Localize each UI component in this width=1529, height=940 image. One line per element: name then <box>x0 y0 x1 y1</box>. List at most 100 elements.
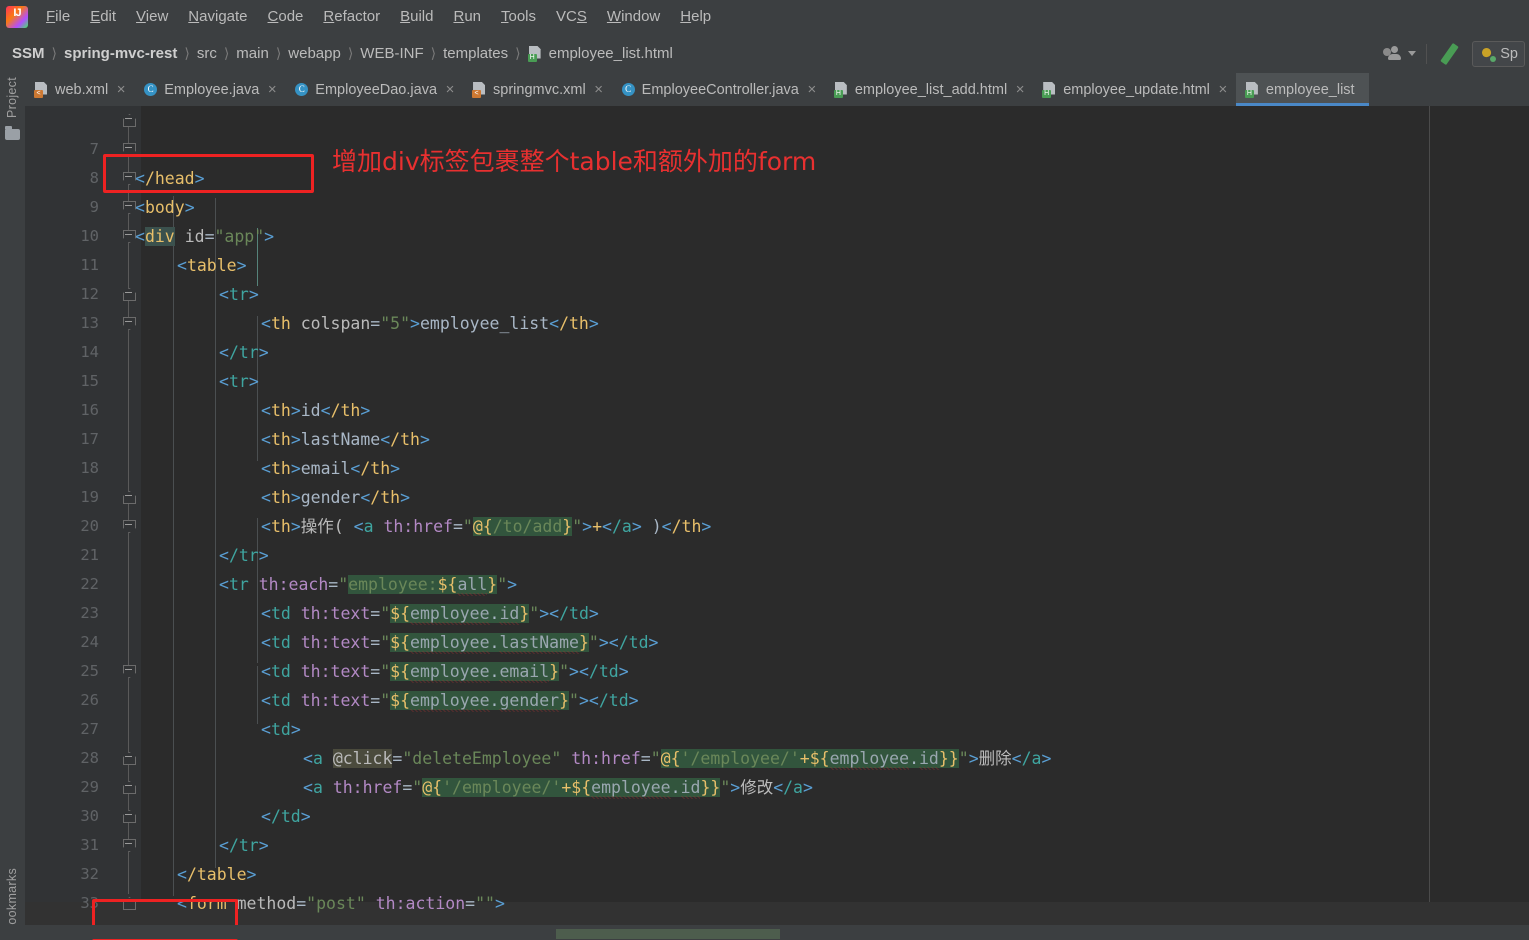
run-configuration-label: Sp <box>1500 45 1518 62</box>
folder-icon[interactable] <box>5 126 20 140</box>
tab-label: employee_update.html <box>1063 81 1210 98</box>
close-icon[interactable]: × <box>115 82 127 97</box>
close-icon[interactable]: × <box>1217 82 1229 97</box>
fold-marker-icon[interactable] <box>123 897 136 910</box>
fold-marker-icon[interactable] <box>123 317 136 330</box>
menu-file[interactable]: File <box>37 4 79 30</box>
java-class-icon: C <box>621 82 636 98</box>
code-text-area[interactable]: 7 </head> 8 <body> 9 <div id="app"> 10 <… <box>25 106 1529 939</box>
menu-build[interactable]: Build <box>391 4 442 30</box>
code-line: 30 </tr> <box>25 773 1529 855</box>
fold-marker-icon[interactable] <box>123 172 136 185</box>
menu-refactor[interactable]: Refactor <box>314 4 389 30</box>
intellij-idea-window: SSM - employee_list.html [spring-mvc-res… <box>0 0 1529 940</box>
code-line: 34 </form> <box>25 889 1529 939</box>
fold-marker-icon[interactable] <box>123 810 136 823</box>
menu-navigate[interactable]: Navigate <box>179 4 256 30</box>
html-file-icon: H <box>1042 82 1057 98</box>
intellij-logo-icon <box>6 6 28 28</box>
build-hammer-icon[interactable] <box>1437 42 1463 65</box>
breadcrumb-item-webapp[interactable]: webapp <box>288 45 341 62</box>
tab-web-xml[interactable]: < web.xml × <box>25 73 134 106</box>
breadcrumb-item-main[interactable]: main <box>236 45 269 62</box>
code-line: 22 <td th:text="${employee.id}"></td> <box>25 541 1529 626</box>
fold-marker-icon[interactable] <box>123 752 136 765</box>
tab-label: employee_list_add.html <box>854 81 1008 98</box>
run-configuration-selector[interactable]: Sp <box>1472 40 1525 67</box>
editor-tab-bar: < web.xml × C Employee.java × C Employee… <box>25 73 1529 106</box>
tab-label: springmvc.xml <box>493 81 586 98</box>
breadcrumb-item-module[interactable]: spring-mvc-rest <box>64 45 177 62</box>
breadcrumb-separator-icon: ⟩ <box>430 45 437 61</box>
menu-view[interactable]: View <box>127 4 177 30</box>
code-line: 19 <th>操作( <a th:href="@{/to/add}">+</a>… <box>25 454 1529 537</box>
tab-label: Employee.java <box>164 81 260 98</box>
breadcrumb-item-webinf[interactable]: WEB-INF <box>360 45 423 62</box>
tool-window-button-bookmarks[interactable]: Bookmarks <box>5 868 19 933</box>
menu-tools[interactable]: Tools <box>492 4 545 30</box>
fold-marker-icon[interactable] <box>123 114 136 127</box>
fold-marker-icon[interactable] <box>123 143 136 156</box>
close-icon[interactable]: × <box>806 82 818 97</box>
menu-run[interactable]: Run <box>444 4 490 30</box>
fold-marker-icon[interactable] <box>123 781 136 794</box>
code-line: 33 <input type="hidden" name="_method" v… <box>25 860 1529 939</box>
code-line: 14 <tr> <box>25 309 1529 391</box>
code-line: 27 <a @click="deleteEmployee" th:href="@… <box>25 686 1529 771</box>
breadcrumb-item-templates[interactable]: templates <box>443 45 508 62</box>
html-file-icon: H <box>1244 82 1260 98</box>
breadcrumb-separator-icon: ⟩ <box>347 45 354 61</box>
breadcrumb-separator-icon: ⟩ <box>275 45 282 61</box>
menu-edit[interactable]: Edit <box>81 4 125 30</box>
tab-employeecontroller-java[interactable]: C EmployeeController.java × <box>612 73 825 106</box>
tab-employee-update-html[interactable]: H employee_update.html × <box>1033 73 1236 106</box>
breadcrumb-item-file[interactable]: employee_list.html <box>549 45 673 62</box>
fold-marker-icon[interactable] <box>123 491 136 504</box>
java-class-icon: C <box>143 82 158 98</box>
code-line: 15 <th>id</th> <box>25 338 1529 420</box>
toolbar-divider <box>1426 43 1428 64</box>
tab-label: EmployeeDao.java <box>315 81 438 98</box>
menu-help[interactable]: Help <box>671 4 720 30</box>
tab-employee-list-add-html[interactable]: H employee_list_add.html × <box>825 73 1033 106</box>
breadcrumb-item-src[interactable]: src <box>197 45 217 62</box>
close-icon[interactable]: × <box>1014 82 1026 97</box>
breadcrumb-separator-icon: ⟩ <box>515 45 521 61</box>
user-switch-button[interactable] <box>1383 46 1417 61</box>
tab-employee-list-html[interactable]: H employee_list <box>1235 73 1369 106</box>
code-line: 18 <th>gender</th> <box>25 425 1529 507</box>
fold-marker-icon[interactable] <box>123 520 136 533</box>
navigation-bar: SSM ⟩ spring-mvc-rest ⟩ src ⟩ main ⟩ web… <box>0 34 1529 74</box>
menu-vcs[interactable]: VCS <box>547 4 596 30</box>
tab-springmvc-xml[interactable]: < springmvc.xml × <box>463 73 612 106</box>
tab-employee-java[interactable]: C Employee.java × <box>134 73 285 106</box>
fold-marker-icon[interactable] <box>123 839 136 852</box>
xml-file-icon: < <box>472 82 487 98</box>
menu-bar: File Edit View Navigate Code Refactor Bu… <box>0 0 1529 34</box>
annotation-text: 增加div标签包裹整个table和额外加的form <box>332 147 817 176</box>
code-editor[interactable]: 7 </head> 8 <body> 9 <div id="app"> 10 <… <box>25 106 1529 939</box>
html-file-icon: H <box>527 46 543 62</box>
tab-label: employee_list <box>1265 81 1355 98</box>
close-icon[interactable]: × <box>444 82 456 97</box>
menu-window[interactable]: Window <box>598 4 669 30</box>
fold-marker-icon[interactable] <box>123 230 136 243</box>
fold-marker-icon[interactable] <box>123 201 136 214</box>
menu-code[interactable]: Code <box>259 4 313 30</box>
tab-employeedao-java[interactable]: C EmployeeDao.java × <box>285 73 463 106</box>
breadcrumb-separator-icon: ⟩ <box>184 45 190 61</box>
chevron-down-icon <box>1408 51 1417 56</box>
code-line: 29 </td> <box>25 744 1529 826</box>
breadcrumb-separator-icon: ⟩ <box>223 45 230 61</box>
debug-bug-icon <box>1479 47 1497 62</box>
close-icon[interactable]: × <box>593 82 605 97</box>
fold-marker-icon[interactable] <box>123 665 136 678</box>
xml-file-icon: < <box>34 82 49 98</box>
fold-marker-icon[interactable] <box>123 288 136 301</box>
status-progress-bit <box>556 929 780 939</box>
breadcrumb-item-ssm[interactable]: SSM <box>12 45 45 62</box>
code-line: 32 <form method="post" th:action=""> <box>25 831 1529 913</box>
close-icon[interactable]: × <box>266 82 278 97</box>
code-line: 13 </tr> <box>25 280 1529 362</box>
tool-window-button-project[interactable]: Project <box>5 77 19 118</box>
